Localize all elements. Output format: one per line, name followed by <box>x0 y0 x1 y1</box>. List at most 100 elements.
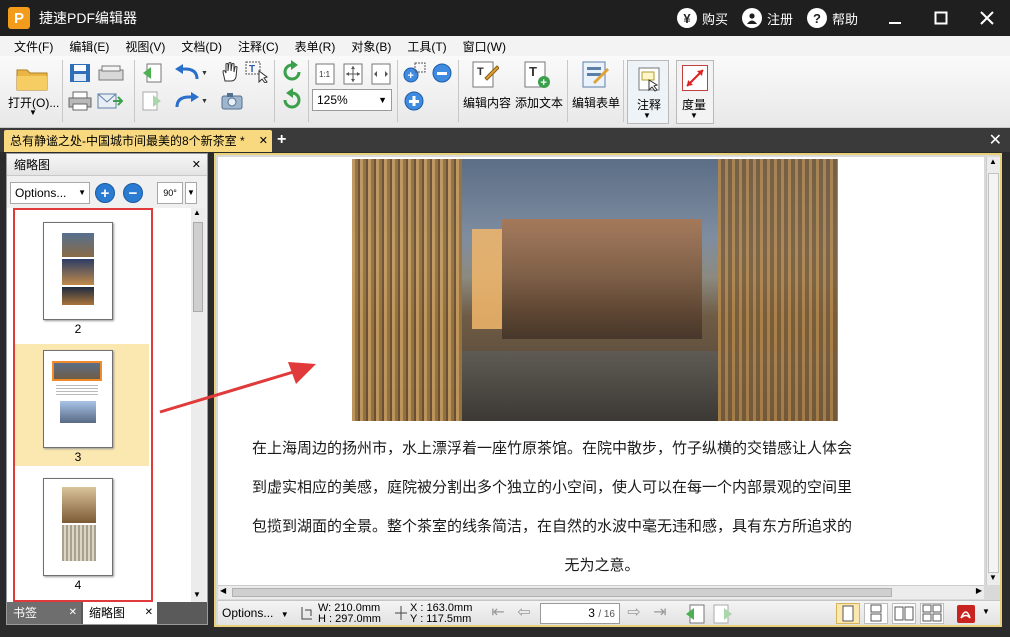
thumbnail-options-button[interactable]: Options... ▼ <box>10 182 90 204</box>
rotate-dropdown-icon[interactable]: ▼ <box>185 182 197 204</box>
document-horizontal-scrollbar[interactable]: ◀ ▶ <box>218 585 984 599</box>
register-label: 注册 <box>766 11 793 27</box>
measure-icon <box>682 65 708 91</box>
previous-page-icon[interactable]: ⇦ <box>514 604 534 622</box>
hand-tool-icon[interactable] <box>218 60 242 84</box>
next-view-icon[interactable] <box>712 604 734 627</box>
select-text-icon[interactable]: T <box>244 60 270 84</box>
single-page-view-icon[interactable] <box>836 603 860 624</box>
rotate-clockwise-icon[interactable] <box>279 60 305 84</box>
zoom-level-select[interactable]: 125% ▼ <box>312 89 392 111</box>
edit-form-icon[interactable] <box>580 60 610 90</box>
redo-icon[interactable]: ▼ <box>172 90 208 112</box>
marquee-zoom-icon[interactable]: + <box>401 62 427 84</box>
new-tab-icon[interactable]: + <box>277 131 293 149</box>
tab-thumbnails[interactable]: 缩略图 ✕ <box>83 602 157 624</box>
menu-window[interactable]: 窗口(W) <box>455 38 514 55</box>
measure-button[interactable]: 度量 ▼ <box>676 60 714 124</box>
last-page-icon[interactable]: ⇥ <box>650 604 670 622</box>
help-button[interactable]: ? 帮助 <box>806 8 858 28</box>
rotate-counterclockwise-icon[interactable] <box>279 88 305 112</box>
close-document-icon[interactable]: ✕ <box>989 130 1002 150</box>
close-tab-icon[interactable]: ✕ <box>145 602 153 624</box>
enlarge-thumbnail-icon[interactable]: + <box>95 183 115 203</box>
scroll-up-icon[interactable]: ▲ <box>193 208 201 217</box>
paragraph-line: 无为之意。 <box>564 556 640 574</box>
facing-view-icon[interactable] <box>892 603 916 624</box>
continuous-facing-view-icon[interactable] <box>920 603 944 624</box>
first-page-icon[interactable]: ⇤ <box>488 604 508 622</box>
snapshot-icon[interactable] <box>220 90 244 112</box>
register-button[interactable]: 注册 <box>741 8 793 28</box>
page-number-input[interactable]: 3 / 16 <box>540 603 620 624</box>
tab-bookmarks[interactable]: 书签 ✕ <box>7 602 81 624</box>
document-vertical-scrollbar[interactable]: ▲ ▼ <box>986 157 1000 585</box>
scroll-down-icon[interactable]: ▼ <box>989 573 997 582</box>
title-bar: P 捷速PDF编辑器 ¥ 购买 注册 ? 帮助 <box>0 0 1010 36</box>
edit-content-icon[interactable]: T <box>470 60 500 90</box>
email-icon[interactable] <box>96 90 124 112</box>
thumbnail-list: 2 3 4 <box>7 208 191 602</box>
next-page-icon[interactable]: ⇨ <box>624 604 644 622</box>
previous-view-icon[interactable] <box>684 604 706 627</box>
open-folder-icon[interactable] <box>14 62 50 94</box>
menu-edit[interactable]: 编辑(E) <box>61 38 117 55</box>
menu-document[interactable]: 文档(D) <box>173 38 230 55</box>
minimize-icon <box>889 22 901 24</box>
chevron-down-icon[interactable]: ▼ <box>982 607 990 616</box>
scroll-up-icon[interactable]: ▲ <box>989 157 997 166</box>
continuous-view-icon[interactable] <box>864 603 888 624</box>
help-icon: ? <box>806 8 827 28</box>
tea-house-photo <box>352 159 838 421</box>
pdf-page: 在上海周边的扬州市，水上漂浮着一座竹原茶馆。在院中散步，竹子纵横的交错感让人体会… <box>218 157 984 585</box>
scroll-left-icon[interactable]: ◀ <box>220 586 226 595</box>
save-icon[interactable] <box>68 62 92 84</box>
fit-width-icon[interactable] <box>369 62 393 86</box>
open-dropdown-icon[interactable]: ▼ <box>29 108 37 117</box>
scan-icon[interactable] <box>96 62 126 84</box>
menu-view[interactable]: 视图(V) <box>117 38 173 55</box>
close-panel-icon[interactable]: ✕ <box>192 154 201 176</box>
edit-form-label[interactable]: 编辑表单 <box>572 94 620 111</box>
scroll-right-icon[interactable]: ▶ <box>976 586 982 595</box>
fit-page-icon[interactable] <box>341 62 365 86</box>
document-tab[interactable]: 总有静谧之处-中国城市间最美的8个新茶室 * ✕ <box>4 130 272 152</box>
menu-tools[interactable]: 工具(T) <box>399 38 454 55</box>
close-tab-icon[interactable]: ✕ <box>259 130 268 152</box>
shrink-thumbnail-icon[interactable]: − <box>123 183 143 203</box>
zoom-out-icon[interactable] <box>430 62 454 84</box>
menu-file[interactable]: 文件(F) <box>6 38 61 55</box>
menu-form[interactable]: 表单(R) <box>287 38 344 55</box>
rotate-page-button[interactable]: 90° <box>157 182 183 204</box>
close-window-button[interactable] <box>964 0 1010 36</box>
svg-text:▼: ▼ <box>201 98 207 105</box>
thumbnail-scrollbar[interactable]: ▲ ▼ <box>191 208 205 602</box>
total-pages: / 16 <box>598 609 615 620</box>
close-tab-icon[interactable]: ✕ <box>69 602 77 624</box>
add-text-label[interactable]: 添加文本 <box>515 94 563 111</box>
paragraph-line: 包揽到湖面的全景。整个茶室的线条简洁，在自然的水波中毫无违和感，具有东方所追求的 <box>252 517 853 535</box>
menu-object[interactable]: 对象(B) <box>343 38 399 55</box>
zoom-in-icon[interactable] <box>401 90 427 112</box>
minimize-button[interactable] <box>872 0 918 36</box>
annotate-button[interactable]: 注释 ▼ <box>627 60 669 124</box>
next-view-icon[interactable] <box>140 90 164 112</box>
status-options-button[interactable]: Options... ▼ <box>220 604 292 623</box>
close-icon <box>980 11 994 25</box>
edit-content-label[interactable]: 编辑内容 <box>463 94 511 111</box>
chevron-down-icon: ▼ <box>78 188 86 197</box>
actual-size-icon[interactable]: 1:1 <box>313 62 337 86</box>
add-text-icon[interactable]: T + <box>522 60 552 90</box>
app-title: 捷速PDF编辑器 <box>39 10 137 26</box>
selection-highlight-box <box>13 208 153 602</box>
rotate-page-label: 90° <box>163 188 177 198</box>
previous-view-icon[interactable] <box>140 62 164 84</box>
print-icon[interactable] <box>68 90 92 112</box>
paragraph-line: 在上海周边的扬州市，水上漂浮着一座竹原茶馆。在院中散步，竹子纵横的交错感让人体会 <box>252 439 853 457</box>
buy-button[interactable]: ¥ 购买 <box>676 8 728 28</box>
pdf-export-icon[interactable] <box>956 604 976 627</box>
scroll-down-icon[interactable]: ▼ <box>193 590 201 599</box>
maximize-button[interactable] <box>918 0 964 36</box>
undo-icon[interactable]: ▼ <box>172 62 208 84</box>
menu-comment[interactable]: 注释(C) <box>230 38 287 55</box>
